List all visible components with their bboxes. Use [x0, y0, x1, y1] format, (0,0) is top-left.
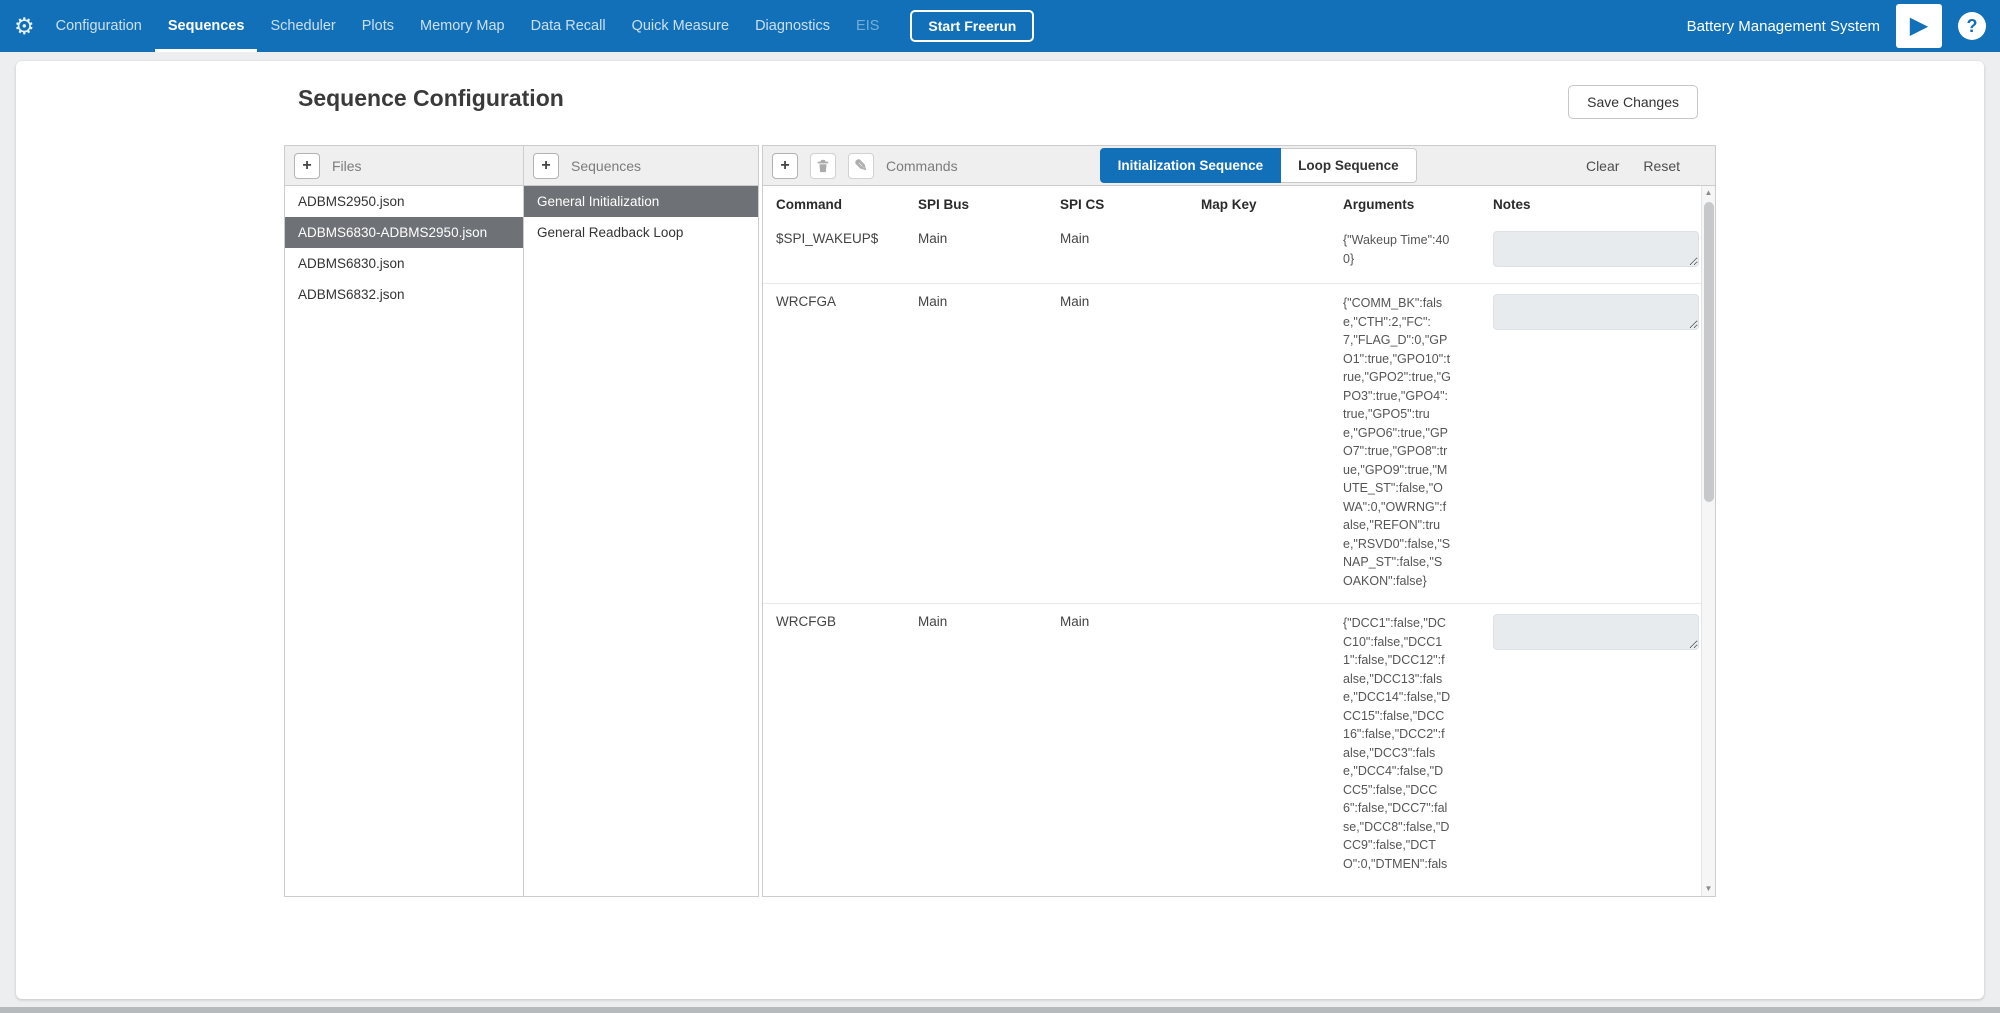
add-command-button[interactable]: + — [772, 153, 798, 179]
sequence-item[interactable]: General Readback Loop — [524, 217, 758, 248]
notes-input[interactable] — [1493, 294, 1699, 330]
nav-item-plots[interactable]: Plots — [349, 0, 407, 52]
add-sequence-button[interactable]: + — [533, 153, 559, 179]
column-header-spi-bus: SPI Bus — [918, 197, 1060, 212]
page-title: Sequence Configuration — [284, 85, 564, 112]
commands-panel: + ✎ Commands Initialization Sequence Loo… — [762, 145, 1716, 897]
column-header-arguments: Arguments — [1343, 197, 1493, 212]
spi-cs-cell: Main — [1060, 294, 1201, 590]
start-freerun-button[interactable]: Start Freerun — [910, 10, 1034, 42]
pencil-icon: ✎ — [854, 156, 867, 176]
tab-loop-sequence[interactable]: Loop Sequence — [1281, 148, 1417, 183]
topbar-right: Battery Management System ▶ ? — [1687, 4, 1986, 48]
commands-table: Command SPI Bus SPI CS Map Key Arguments… — [763, 186, 1715, 896]
notes-input[interactable] — [1493, 614, 1699, 650]
tab-initialization-sequence[interactable]: Initialization Sequence — [1100, 148, 1282, 183]
window-bottom-edge — [0, 1007, 2000, 1013]
arguments-cell: {"COMM_BK":false,"CTH":2,"FC":7,"FLAG_D"… — [1343, 294, 1465, 590]
arguments-cell: {"Wakeup Time":400} — [1343, 231, 1465, 270]
sequence-type-toggle: Initialization Sequence Loop Sequence — [1100, 148, 1417, 183]
main-nav: Configuration Sequences Scheduler Plots … — [43, 0, 893, 52]
files-panel: + Files ADBMS2950.json ADBMS6830-ADBMS29… — [284, 145, 524, 897]
plus-icon: + — [541, 157, 550, 175]
trash-icon — [816, 159, 830, 173]
column-header-map-key: Map Key — [1201, 197, 1343, 212]
spi-cs-cell: Main — [1060, 614, 1201, 873]
column-header-command: Command — [776, 197, 918, 212]
nav-item-scheduler[interactable]: Scheduler — [257, 0, 348, 52]
clear-link[interactable]: Clear — [1586, 158, 1619, 174]
map-key-cell — [1201, 614, 1343, 873]
sequence-item-selected[interactable]: General Initialization — [524, 186, 758, 217]
column-header-notes: Notes — [1493, 197, 1715, 212]
column-header-spi-cs: SPI CS — [1060, 197, 1201, 212]
commands-panel-header: + ✎ Commands Initialization Sequence Loo… — [763, 146, 1715, 186]
edit-command-button[interactable]: ✎ — [848, 153, 874, 179]
gear-icon[interactable]: ⚙ — [14, 13, 35, 40]
table-row[interactable]: WRCFGA Main Main {"COMM_BK":false,"CTH":… — [763, 284, 1715, 604]
save-changes-button[interactable]: Save Changes — [1568, 85, 1698, 119]
table-row[interactable]: $SPI_WAKEUP$ Main Main {"Wakeup Time":40… — [763, 221, 1715, 284]
scroll-up-icon[interactable]: ▲ — [1705, 186, 1713, 200]
file-item[interactable]: ADBMS2950.json — [285, 186, 523, 217]
spi-bus-cell: Main — [918, 294, 1060, 590]
file-item[interactable]: ADBMS6830.json — [285, 248, 523, 279]
nav-item-eis: EIS — [843, 0, 892, 52]
command-cell: WRCFGB — [776, 614, 918, 873]
sequences-list: General Initialization General Readback … — [524, 186, 758, 248]
sequences-panel-label: Sequences — [571, 158, 641, 174]
map-key-cell — [1201, 294, 1343, 590]
commands-table-header: Command SPI Bus SPI CS Map Key Arguments… — [763, 186, 1715, 221]
plus-icon: + — [302, 157, 311, 175]
file-item-selected[interactable]: ADBMS6830-ADBMS2950.json — [285, 217, 523, 248]
file-item[interactable]: ADBMS6832.json — [285, 279, 523, 310]
vertical-scrollbar[interactable]: ▲ ▼ — [1701, 186, 1715, 896]
nav-item-quick-measure[interactable]: Quick Measure — [619, 0, 743, 52]
map-key-cell — [1201, 231, 1343, 270]
commands-panel-label: Commands — [886, 158, 958, 174]
files-panel-label: Files — [332, 158, 362, 174]
top-navigation-bar: ⚙ Configuration Sequences Scheduler Plot… — [0, 0, 2000, 52]
command-cell: WRCFGA — [776, 294, 918, 590]
scrollbar-track[interactable] — [1702, 200, 1715, 882]
play-button[interactable]: ▶ — [1896, 4, 1942, 48]
nav-item-configuration[interactable]: Configuration — [43, 0, 155, 52]
nav-item-diagnostics[interactable]: Diagnostics — [742, 0, 843, 52]
nav-item-memory-map[interactable]: Memory Map — [407, 0, 518, 52]
files-list: ADBMS2950.json ADBMS6830-ADBMS2950.json … — [285, 186, 523, 310]
files-panel-header: + Files — [285, 146, 523, 186]
spi-bus-cell: Main — [918, 614, 1060, 873]
app-title: Battery Management System — [1687, 18, 1880, 35]
sequences-panel: + Sequences General Initialization Gener… — [524, 145, 759, 897]
command-cell: $SPI_WAKEUP$ — [776, 231, 918, 270]
table-row[interactable]: WRCFGB Main Main {"DCC1":false,"DCC10":f… — [763, 604, 1715, 886]
play-icon: ▶ — [1910, 14, 1928, 38]
sequences-panel-header: + Sequences — [524, 146, 758, 186]
commands-rows: $SPI_WAKEUP$ Main Main {"Wakeup Time":40… — [763, 221, 1715, 896]
main-card: Sequence Configuration Save Changes + Fi… — [16, 61, 1984, 999]
add-file-button[interactable]: + — [294, 153, 320, 179]
notes-input[interactable] — [1493, 231, 1699, 267]
scroll-down-icon[interactable]: ▼ — [1705, 882, 1713, 896]
nav-item-data-recall[interactable]: Data Recall — [518, 0, 619, 52]
reset-link[interactable]: Reset — [1643, 158, 1680, 174]
nav-item-sequences[interactable]: Sequences — [155, 0, 258, 52]
help-icon[interactable]: ? — [1958, 12, 1986, 40]
delete-command-button[interactable] — [810, 153, 836, 179]
plus-icon: + — [780, 157, 789, 175]
scrollbar-thumb[interactable] — [1704, 202, 1714, 502]
arguments-cell: {"DCC1":false,"DCC10":false,"DCC11":fals… — [1343, 614, 1465, 873]
spi-cs-cell: Main — [1060, 231, 1201, 270]
spi-bus-cell: Main — [918, 231, 1060, 270]
